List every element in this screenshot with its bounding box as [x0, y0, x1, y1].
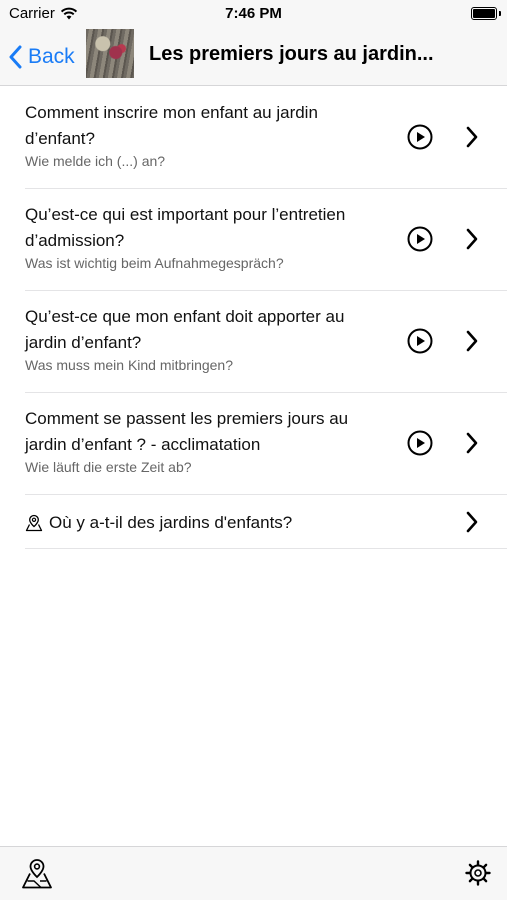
- list-item[interactable]: Qu’est-ce que mon enfant doit apporter a…: [0, 291, 507, 393]
- chevron-right-icon: [466, 511, 478, 533]
- topic-thumbnail-image: [86, 29, 134, 78]
- list-item-subtitle: Was ist wichtig beim Aufnahmegespräch?: [25, 255, 284, 271]
- question-list: Comment inscrire mon enfant au jardin d’…: [0, 87, 507, 549]
- tab-bar: [0, 846, 507, 900]
- play-icon[interactable]: [407, 430, 433, 456]
- battery-level: [473, 9, 495, 18]
- chevron-left-icon: [9, 45, 22, 69]
- list-item-title: Comment inscrire mon enfant au jardin d’…: [25, 103, 318, 148]
- navigation-bar: Back Les premiers jours au jardin...: [0, 28, 507, 86]
- list-item[interactable]: Comment se passent les premiers jours au…: [0, 393, 507, 495]
- battery-cap: [499, 11, 501, 16]
- page-title: Les premiers jours au jardin...: [149, 43, 434, 65]
- list-item-title: Qu’est-ce qui est important pour l’entre…: [25, 205, 346, 250]
- play-icon[interactable]: [407, 226, 433, 252]
- map-icon[interactable]: [20, 857, 54, 891]
- list-item-kindergarten-locations[interactable]: Où y a-t-il des jardins d'enfants?: [0, 495, 507, 549]
- status-time: 7:46 PM: [225, 5, 282, 22]
- play-icon[interactable]: [407, 124, 433, 150]
- screen: Carrier 7:46 PM Back Les premiers jours …: [0, 0, 507, 900]
- map-pin-icon: [25, 514, 43, 531]
- chevron-right-icon: [466, 330, 478, 352]
- play-icon[interactable]: [407, 328, 433, 354]
- status-bar: Carrier 7:46 PM: [0, 0, 507, 28]
- chevron-right-icon: [466, 228, 478, 250]
- list-item-title: Qu’est-ce que mon enfant doit apporter a…: [25, 307, 345, 352]
- list-item-subtitle: Was muss mein Kind mitbringen?: [25, 357, 234, 373]
- list-item-subtitle: Wie melde ich (...) an?: [25, 153, 166, 169]
- chevron-right-icon: [466, 432, 478, 454]
- back-label: Back: [28, 45, 75, 68]
- list-item-subtitle: Wie läuft die erste Zeit ab?: [25, 459, 192, 475]
- list-item-title: Où y a-t-il des jardins d'enfants?: [49, 513, 293, 532]
- gear-icon[interactable]: [464, 859, 492, 887]
- chevron-right-icon: [466, 126, 478, 148]
- list-item[interactable]: Comment inscrire mon enfant au jardin d’…: [0, 87, 507, 189]
- list-item-title: Comment se passent les premiers jours au…: [25, 409, 349, 454]
- list-item-title-row: Où y a-t-il des jardins d'enfants?: [25, 510, 390, 536]
- back-button[interactable]: Back: [8, 40, 75, 74]
- list-item[interactable]: Qu’est-ce qui est important pour l’entre…: [0, 189, 507, 291]
- battery-icon: [471, 7, 497, 20]
